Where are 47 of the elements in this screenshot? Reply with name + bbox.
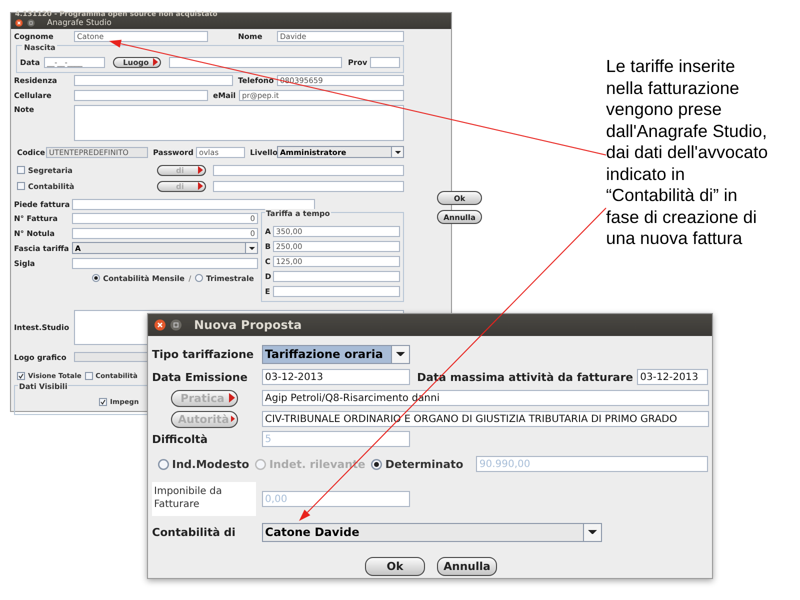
dropdown-arrow-icon <box>396 352 405 356</box>
dropdown[interactable]: Tariffazione oraria <box>262 344 410 364</box>
window-title: Anagrafe Studio <box>47 18 112 27</box>
dropdown[interactable]: Catone Davide <box>262 522 602 542</box>
text-field[interactable] <box>213 180 404 192</box>
radio-button[interactable] <box>92 274 100 282</box>
radio-button[interactable] <box>195 274 204 282</box>
field-label: Difficoltà <box>152 432 209 446</box>
text-field[interactable]: 03-12-2013 <box>262 369 410 385</box>
text-field[interactable] <box>74 90 208 100</box>
close-icon[interactable] <box>154 319 166 331</box>
radio-button[interactable] <box>158 458 169 470</box>
window-title: Nuova Proposta <box>194 318 302 332</box>
text-field[interactable] <box>74 74 233 86</box>
text-field[interactable] <box>72 258 258 268</box>
text-field[interactable]: 03-12-2013 <box>637 369 708 385</box>
checkbox[interactable] <box>84 372 93 380</box>
text-field[interactable] <box>273 286 400 296</box>
field-label: Contabilità di <box>152 526 236 538</box>
close-icon[interactable] <box>15 18 23 26</box>
text-field[interactable] <box>213 164 404 176</box>
text-field[interactable] <box>273 270 400 282</box>
radio-label: Ind.Modesto <box>172 458 250 470</box>
minimize-icon[interactable] <box>27 18 35 26</box>
text-field[interactable] <box>72 198 315 210</box>
dropdown-arrow-icon <box>248 246 254 250</box>
radio-button[interactable] <box>371 458 382 470</box>
triangle-icon <box>153 58 158 66</box>
note-area[interactable] <box>74 105 404 141</box>
field-label: Tipo tariffazione <box>152 348 255 360</box>
text-field[interactable] <box>169 56 342 68</box>
dropdown-arrow-icon <box>588 530 597 534</box>
checkbox[interactable] <box>17 166 25 174</box>
dialog-button[interactable]: Annulla <box>437 557 497 576</box>
checkbox[interactable] <box>17 372 25 380</box>
radio-label: Determinato <box>385 458 464 470</box>
triangle-icon <box>229 393 235 403</box>
dialog-button[interactable]: Ok <box>365 557 425 576</box>
dropdown-arrow-icon <box>394 150 400 154</box>
annotation-text: Le tariffe inserite nella fatturazione vengono prese dall'Anagrafe Studio, dai dati dell'avvocato indicato in “Contabilità di” in fase di creazione di una nuova fattura <box>606 56 768 250</box>
field-label: Imponibile da Fatturare <box>152 482 256 516</box>
checkbox[interactable] <box>99 398 107 406</box>
triangle-icon <box>231 414 235 424</box>
minimize-icon[interactable] <box>170 319 182 331</box>
text-field[interactable] <box>370 56 400 68</box>
checkbox[interactable] <box>17 182 25 190</box>
field-label: Data Emissione <box>152 370 249 384</box>
